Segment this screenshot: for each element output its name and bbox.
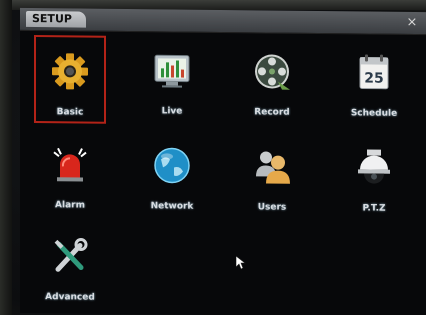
menu-item-network[interactable]: Network [136, 131, 208, 220]
calendar-icon: 25 [359, 54, 389, 90]
menu-label-record: Record [254, 107, 290, 118]
users-icon [256, 151, 290, 184]
dvr-screen: SETUP × Basic Live Record 25 Schedule Al… [0, 0, 426, 315]
menu-label-users: Users [257, 202, 287, 213]
menu-item-ptz[interactable]: P.T.Z [338, 133, 410, 222]
menu-label-network: Network [150, 201, 194, 212]
menu-item-alarm[interactable]: Alarm [34, 130, 106, 219]
menu-label-alarm: Alarm [55, 200, 85, 211]
setup-menu-grid: Basic Live Record 25 Schedule Alarm Netw… [20, 30, 426, 315]
menu-label-ptz: P.T.Z [362, 203, 386, 214]
film-reel-icon [255, 54, 290, 90]
setup-window: SETUP × Basic Live Record 25 Schedule Al… [20, 7, 426, 315]
calendar-day-text: 25 [364, 70, 383, 86]
window-title: SETUP [26, 10, 86, 28]
menu-item-advanced[interactable]: Advanced [34, 222, 106, 311]
alarm-siren-icon [53, 147, 87, 182]
menu-label-advanced: Advanced [45, 292, 95, 303]
tools-icon [54, 238, 88, 272]
menu-label-live: Live [161, 106, 183, 117]
monitor-chart-icon [154, 54, 190, 88]
monitor-bezel-left [0, 0, 12, 315]
close-icon[interactable]: × [404, 15, 420, 31]
menu-item-live[interactable]: Live [136, 36, 208, 125]
mouse-pointer-icon [236, 256, 246, 270]
menu-label-basic: Basic [56, 107, 84, 118]
menu-item-schedule[interactable]: 25 Schedule [338, 38, 410, 127]
menu-label-schedule: Schedule [350, 108, 398, 119]
dome-camera-icon [358, 149, 390, 184]
globe-icon [154, 147, 190, 184]
menu-item-users[interactable]: Users [236, 132, 308, 221]
gear-icon [52, 53, 88, 90]
menu-item-record[interactable]: Record [236, 37, 308, 126]
menu-item-basic[interactable]: Basic [34, 35, 106, 124]
